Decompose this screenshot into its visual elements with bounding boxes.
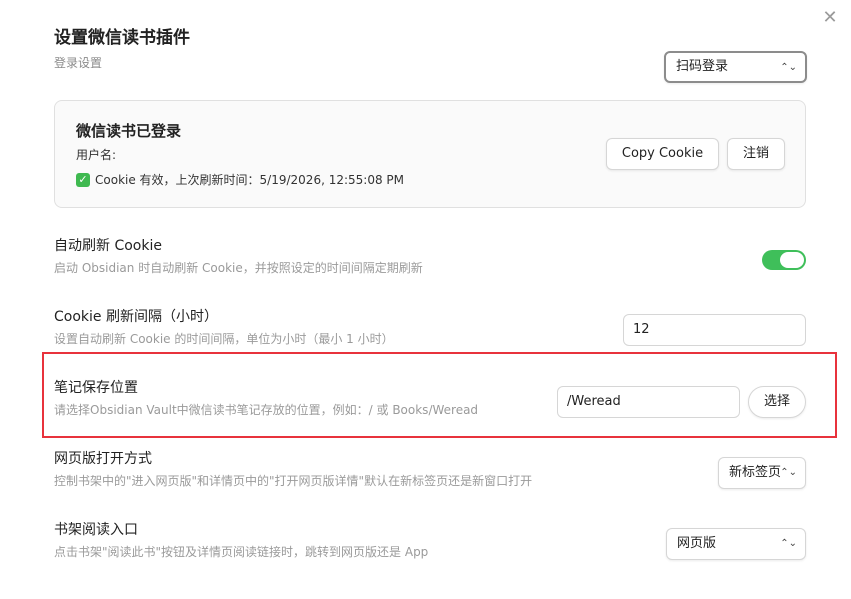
auto-refresh-desc: 启动 Obsidian 时自动刷新 Cookie，并按照设定的时间间隔定期刷新 bbox=[54, 261, 423, 275]
chevron-updown-icon: ⌃⌄ bbox=[780, 538, 797, 549]
refresh-interval-input[interactable]: 12 bbox=[623, 314, 806, 346]
auto-refresh-toggle[interactable] bbox=[762, 250, 806, 270]
chevron-updown-icon: ⌃⌄ bbox=[780, 62, 797, 73]
login-method-value: 扫码登录 bbox=[676, 59, 729, 74]
account-status-title: 微信读书已登录 bbox=[76, 122, 182, 140]
shelf-entry-select[interactable]: 网页版 ⌃⌄ bbox=[666, 528, 806, 560]
check-icon: ✓ bbox=[76, 172, 90, 187]
refresh-interval-desc: 设置自动刷新 Cookie 的时间间隔，单位为小时（最小 1 小时） bbox=[54, 332, 394, 346]
chevron-updown-icon: ⌃⌄ bbox=[780, 467, 797, 478]
shelf-entry-value: 网页版 bbox=[677, 536, 717, 551]
toggle-knob bbox=[780, 252, 804, 268]
login-method-select[interactable]: 扫码登录 ⌃⌄ bbox=[664, 51, 807, 83]
choose-folder-button[interactable]: 选择 bbox=[748, 386, 806, 418]
save-location-input[interactable]: /Weread bbox=[557, 386, 740, 418]
account-card: 微信读书已登录 用户名: ✓ Cookie 有效，上次刷新时间：5/19/202… bbox=[54, 100, 806, 208]
cookie-status: ✓ Cookie 有效，上次刷新时间：5/19/2026, 12:55:08 P… bbox=[76, 171, 404, 188]
shelf-entry-label: 书架阅读入口 bbox=[54, 522, 138, 538]
web-open-value: 新标签页 bbox=[729, 465, 782, 480]
copy-cookie-button[interactable]: Copy Cookie bbox=[606, 138, 719, 170]
section-subtitle: 登录设置 bbox=[54, 56, 103, 70]
logout-button[interactable]: 注销 bbox=[727, 138, 785, 170]
username-label: 用户名: bbox=[76, 148, 117, 162]
close-icon[interactable]: ✕ bbox=[820, 8, 840, 28]
page-title: 设置微信读书插件 bbox=[54, 28, 190, 48]
shelf-entry-desc: 点击书架"阅读此书"按钮及详情页阅读链接时，跳转到网页版还是 App bbox=[54, 545, 429, 559]
cookie-status-text: Cookie 有效，上次刷新时间：5/19/2026, 12:55:08 PM bbox=[95, 173, 405, 187]
web-open-label: 网页版打开方式 bbox=[54, 451, 152, 467]
save-location-label: 笔记保存位置 bbox=[54, 380, 138, 396]
save-location-desc: 请选择Obsidian Vault中微信读书笔记存放的位置，例如：/ 或 Boo… bbox=[54, 403, 479, 417]
refresh-interval-label: Cookie 刷新间隔（小时） bbox=[54, 309, 218, 325]
auto-refresh-label: 自动刷新 Cookie bbox=[54, 238, 162, 254]
web-open-desc: 控制书架中的"进入网页版"和详情页中的"打开网页版详情"默认在新标签页还是新窗口… bbox=[54, 474, 533, 488]
web-open-select[interactable]: 新标签页 ⌃⌄ bbox=[718, 457, 806, 489]
